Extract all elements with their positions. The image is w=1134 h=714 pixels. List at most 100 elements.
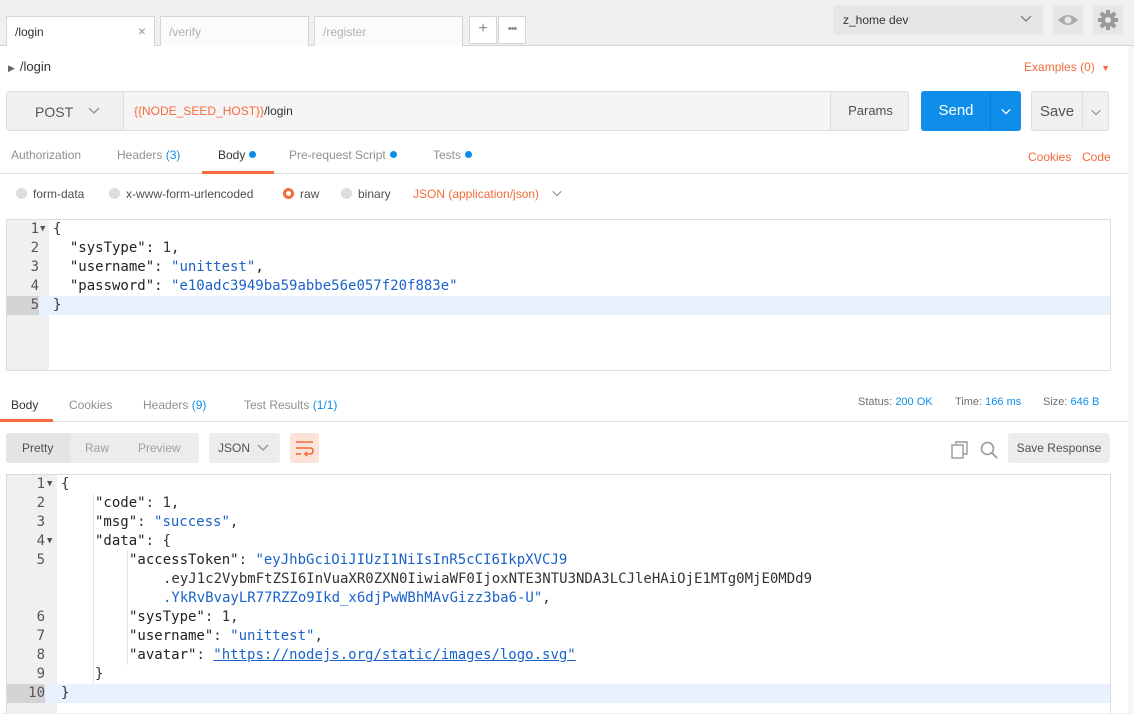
view-preview-button[interactable]: Preview (138, 441, 181, 455)
manage-environments-button[interactable] (1093, 5, 1123, 35)
tab-label: /register (323, 25, 367, 39)
save-button[interactable]: Save (1031, 91, 1109, 131)
environment-select[interactable]: z_home dev (833, 5, 1043, 35)
send-options-chevron-icon[interactable] (991, 101, 1021, 120)
headers-count: (3) (165, 148, 181, 162)
plus-icon: + (478, 20, 488, 37)
json-string: "eyJhbGciOiJIUzI1NiIsInR5cCI6IkpXVCJ9 (255, 552, 568, 568)
code-line-wrapped: .YkRvBvayLR77RZZo9Ikd_x6djPwWBhMAvGizz3b… (7, 589, 1110, 608)
code-line-wrapped: .eyJ1c2VybmFtZSI6InVuaXR0ZXN0IiwiaWF0Ijo… (7, 570, 1110, 589)
json-key: "data" (95, 533, 146, 549)
caret-right-icon: ▶ (8, 63, 15, 73)
code-text: "username": "unittest", (129, 628, 323, 644)
tab-label: Pre-request Script (289, 148, 386, 162)
tab-verify[interactable]: /verify (160, 16, 309, 46)
scrollbar[interactable] (1128, 46, 1134, 713)
code-text: { (53, 221, 62, 237)
tab-tests[interactable]: Tests (433, 148, 473, 162)
radio-label: x-www-form-urlencoded (126, 187, 254, 201)
response-tab-test-results[interactable]: Test Results (1/1) (244, 398, 337, 412)
url-input[interactable]: {{NODE_SEED_HOST}}/login (124, 92, 830, 130)
close-tab-icon[interactable]: × (138, 23, 146, 39)
view-pretty-button[interactable]: Pretty (22, 441, 53, 455)
json-key: "username" (129, 628, 214, 644)
tab-more-button[interactable]: ••• (498, 16, 526, 44)
format-value: JSON (218, 441, 251, 455)
time-value: 166 ms (985, 396, 1022, 408)
fold-arrow-icon[interactable]: ▼ (40, 220, 45, 239)
request-body-editor[interactable]: 1 ▼{ 2 "sysType": 1, 3 "username": "unitt… (6, 219, 1111, 371)
tab-authorization[interactable]: Authorization (11, 148, 81, 162)
radio-raw[interactable]: raw (283, 187, 319, 201)
method-select[interactable]: POST (7, 92, 124, 130)
tab-label: Headers (143, 398, 189, 412)
line-number: 3 (30, 259, 39, 275)
save-response-button[interactable]: Save Response (1008, 433, 1110, 463)
line-number: 3 (36, 514, 45, 530)
line-number: 8 (36, 647, 45, 663)
content-type-select[interactable]: JSON (application/json) (413, 187, 564, 201)
response-view-bar: Pretty Raw Preview JSON Save Response (0, 430, 1134, 466)
response-tab-body[interactable]: Body (11, 398, 38, 412)
code-text: .YkRvBvayLR77RZZo9Ikd_x6djPwWBhMAvGizz3b… (163, 590, 551, 606)
new-tab-button[interactable]: + (469, 16, 497, 44)
radio-circle (109, 188, 120, 199)
view-raw-button[interactable]: Raw (85, 441, 109, 455)
radio-form-data[interactable]: form-data (16, 187, 84, 201)
tab-register[interactable]: /register (314, 16, 463, 46)
params-button[interactable]: Params (830, 92, 910, 130)
json-number: 1 (162, 240, 172, 256)
tab-login[interactable]: /login × (6, 16, 155, 46)
code-line: 6 "sysType": 1, (7, 608, 1110, 627)
code-line: 2 "sysType": 1, (7, 239, 1110, 258)
code-text: "password": "e10adc3949ba59abbe56e057f20… (53, 277, 458, 296)
line-number: 2 (36, 495, 45, 511)
request-panel: ▶ /login Examples (0) ▼ POST {{NODE_SEED_… (0, 46, 1134, 714)
code-link[interactable]: Code (1082, 150, 1111, 164)
code-line: 2 "code": 1, (7, 494, 1110, 513)
line-number: 4 (36, 533, 45, 549)
line-number: 7 (36, 628, 45, 644)
response-time: Time: 166 ms (955, 396, 1021, 408)
fold-arrow-icon[interactable]: ▼ (47, 475, 52, 494)
json-key: "code" (95, 495, 146, 511)
radio-label: binary (358, 187, 391, 201)
response-tab-cookies[interactable]: Cookies (69, 398, 112, 412)
search-icon[interactable] (979, 440, 999, 463)
json-key: "username" (69, 259, 155, 275)
tab-body[interactable]: Body (218, 148, 257, 162)
json-key: "avatar" (129, 647, 197, 663)
indicator-dot (389, 151, 397, 158)
indicator-dot (249, 151, 257, 158)
punct: : (154, 259, 172, 275)
code-line: 9} (7, 665, 1110, 684)
copy-icon[interactable] (950, 440, 970, 463)
line-number: 10 (7, 684, 45, 703)
wrap-lines-button[interactable] (290, 433, 319, 463)
size-label: Size: (1043, 396, 1068, 408)
view-mode-switch: Pretty Raw Preview (6, 433, 199, 463)
tab-headers[interactable]: Headers (3) (117, 148, 180, 162)
cookies-link[interactable]: Cookies (1028, 150, 1071, 164)
json-string-continuation: .eyJ1c2VybmFtZSI6InVuaXR0ZXN0IiwiaWF0Ijo… (163, 571, 813, 587)
json-url-link[interactable]: "https://nodejs.org/static/images/logo.s… (213, 647, 575, 663)
examples-dropdown[interactable]: Examples (0) ▼ (1024, 60, 1110, 74)
save-options-chevron-icon[interactable] (1083, 102, 1109, 121)
line-number: 5 (36, 552, 45, 568)
request-name[interactable]: ▶ /login (8, 59, 51, 74)
response-tab-headers[interactable]: Headers (9) (143, 398, 206, 412)
tab-prerequest-script[interactable]: Pre-request Script (289, 148, 397, 162)
send-button[interactable]: Send (921, 91, 1021, 131)
code-text: "sysType": 1, (53, 239, 180, 258)
response-tabs: Body Cookies Headers (9) Test Results (1… (0, 382, 1134, 422)
radio-urlencoded[interactable]: x-www-form-urlencoded (109, 187, 253, 201)
chevron-down-icon (552, 190, 563, 197)
line-number: 4 (30, 278, 39, 294)
json-number: 1 (162, 495, 171, 511)
environment-quick-look-button[interactable] (1053, 5, 1083, 35)
format-select[interactable]: JSON (209, 433, 280, 463)
radio-binary[interactable]: binary (341, 187, 391, 201)
fold-arrow-icon[interactable]: ▼ (47, 532, 52, 551)
code-text: "msg": "success", (95, 514, 239, 530)
response-body-viewer[interactable]: 1 ▼{ 2 "code": 1, 3 "msg": "success", 4 ▼ "da… (6, 474, 1111, 714)
